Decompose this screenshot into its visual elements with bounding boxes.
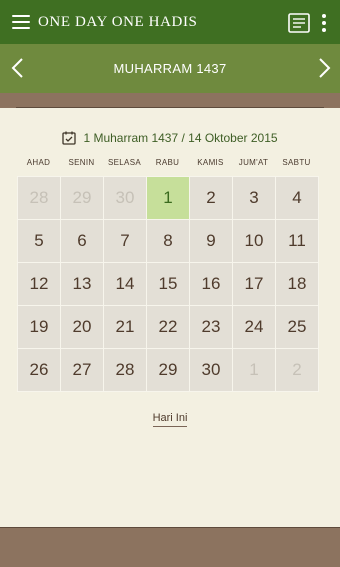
calendar-day[interactable]: 28 [18,177,60,219]
calendar-day[interactable]: 29 [147,349,189,391]
selected-date-line: 1 Muharram 1437 / 14 Oktober 2015 [0,128,340,148]
calendar-day[interactable]: 12 [18,263,60,305]
calendar-day[interactable]: 25 [276,306,318,348]
weekday-label: SELASA [108,158,141,167]
calendar-day[interactable]: 13 [61,263,103,305]
calendar-day[interactable]: 9 [190,220,232,262]
calendar-day[interactable]: 30 [104,177,146,219]
header-strip-divider [16,107,324,108]
today-link-container: Hari Ini [0,408,340,427]
weekday-label: JUM'AT [238,158,269,167]
calendar-day[interactable]: 18 [276,263,318,305]
calendar-day[interactable]: 14 [104,263,146,305]
calendar-day[interactable]: 28 [104,349,146,391]
calendar-day[interactable]: 2 [190,177,232,219]
calendar-day[interactable]: 16 [190,263,232,305]
calendar-day[interactable]: 4 [276,177,318,219]
calendar-day[interactable]: 29 [61,177,103,219]
notes-icon[interactable] [288,13,310,33]
app-title: ONE DAY ONE HADIS [38,13,198,30]
weekday-label: AHAD [26,158,51,167]
calendar-day[interactable]: 21 [104,306,146,348]
calendar-day[interactable]: 1 [233,349,275,391]
calendar-day[interactable]: 15 [147,263,189,305]
chevron-right-icon[interactable] [312,55,336,81]
app-bar: ONE DAY ONE HADIS [0,0,340,44]
weekday-header: AHAD SENIN SELASA RABU KAMIS JUM'AT SABT… [17,158,319,167]
calendar-day[interactable]: 11 [276,220,318,262]
weekday-label: SENIN [68,158,95,167]
calendar-grid: 28 29 30 1 2 3 4 5 6 7 8 9 10 11 12 13 14 15 16 17 18 19 20 21 2… [17,176,319,392]
chevron-left-icon[interactable] [6,55,30,81]
today-button[interactable]: Hari Ini [152,412,188,427]
calendar-day[interactable]: 17 [233,263,275,305]
calendar-day[interactable]: 20 [61,306,103,348]
calendar-day[interactable]: 23 [190,306,232,348]
calendar-day[interactable]: 30 [190,349,232,391]
calendar-day[interactable]: 3 [233,177,275,219]
weekday-label: SABTU [282,158,311,167]
calendar-day[interactable]: 24 [233,306,275,348]
calendar-day[interactable]: 5 [18,220,60,262]
calendar-day[interactable]: 10 [233,220,275,262]
calendar-day[interactable]: 2 [276,349,318,391]
header-strip [0,93,340,108]
month-title: MUHARRAM 1437 [113,61,227,76]
footer-bar [0,527,340,567]
calendar-day[interactable]: 26 [18,349,60,391]
calendar-day[interactable]: 8 [147,220,189,262]
more-vert-icon[interactable] [320,14,328,32]
month-navigation-bar: MUHARRAM 1437 [0,44,340,93]
calendar-day[interactable]: 19 [18,306,60,348]
weekday-label: RABU [155,158,180,167]
calendar-day[interactable]: 6 [61,220,103,262]
hamburger-menu-icon[interactable] [12,15,30,29]
calendar-day[interactable]: 27 [61,349,103,391]
calendar-day-today[interactable]: 1 [147,177,189,219]
calendar-day[interactable]: 7 [104,220,146,262]
selected-date-text: 1 Muharram 1437 / 14 Oktober 2015 [83,131,278,145]
weekday-label: KAMIS [197,158,224,167]
calendar-check-icon [62,131,77,145]
calendar-day[interactable]: 22 [147,306,189,348]
